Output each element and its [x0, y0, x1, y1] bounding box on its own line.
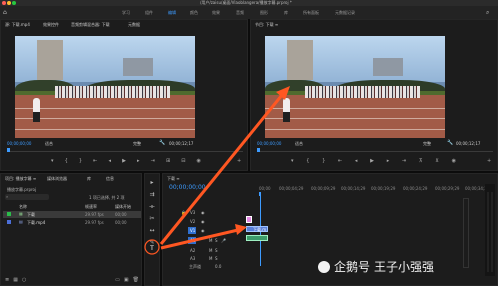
- annotation-arrow-program: [159, 94, 284, 245]
- watermark: 企鹅号 王子小强强: [318, 258, 434, 275]
- watermark-name: 王子小强强: [374, 260, 435, 274]
- penguin-logo-icon: [318, 260, 330, 273]
- watermark-prefix: 企鹅号: [334, 260, 371, 274]
- annotation-arrowhead: [235, 224, 247, 235]
- annotation-arrow-timeline: [160, 228, 239, 250]
- annotation-overlay: [144, 86, 290, 255]
- type-tool-highlight-circle: [144, 239, 160, 255]
